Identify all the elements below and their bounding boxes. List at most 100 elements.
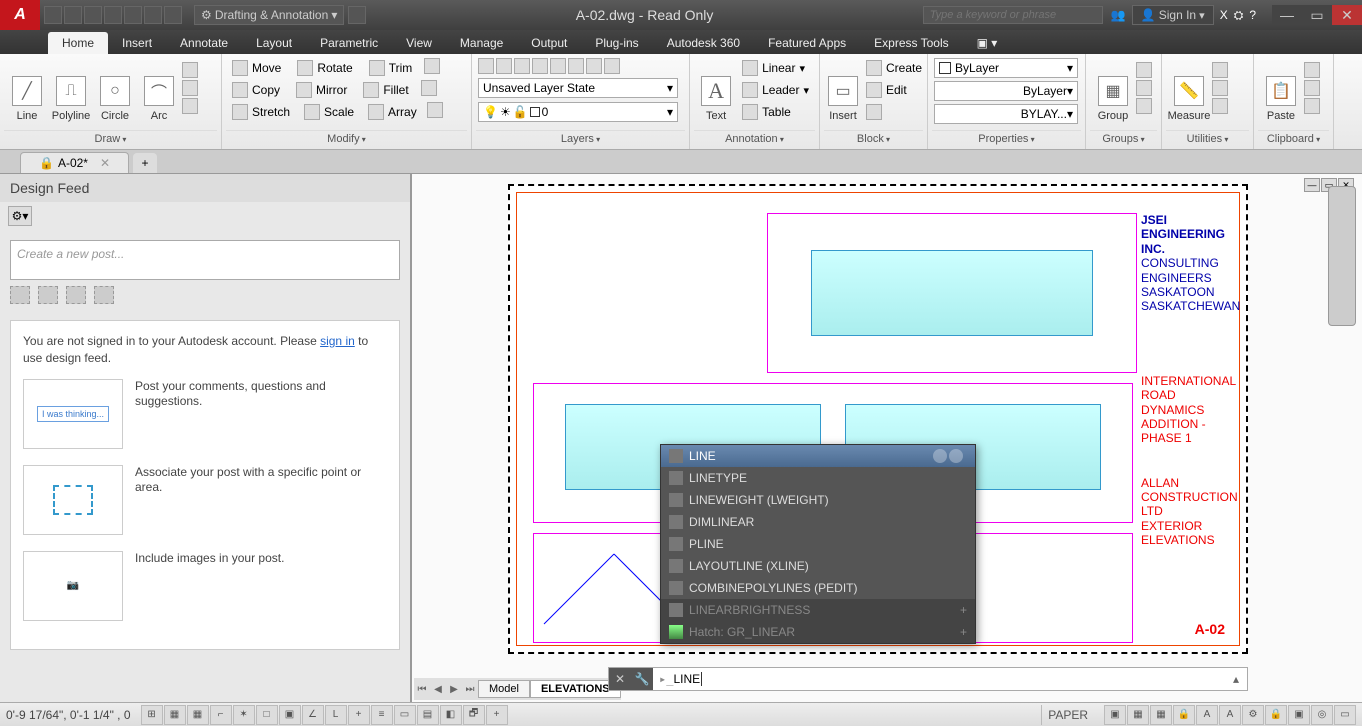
tab-parametric[interactable]: Parametric: [306, 32, 392, 54]
annoauto-toggle[interactable]: A: [1219, 705, 1241, 725]
layer-state-icon[interactable]: [568, 58, 584, 74]
arc-button[interactable]: ⌒Arc: [138, 58, 180, 124]
model-toggle[interactable]: ▣: [1104, 705, 1126, 725]
layer-lock-icon[interactable]: [532, 58, 548, 74]
qat-plot-icon[interactable]: [124, 6, 142, 24]
group-button[interactable]: ▦Group: [1092, 58, 1134, 124]
measure-button[interactable]: 📏Measure: [1168, 58, 1210, 124]
panel-title-draw[interactable]: Draw: [4, 130, 217, 147]
panel-title-clipboard[interactable]: Clipboard: [1258, 130, 1329, 147]
df-people-icon[interactable]: [66, 286, 86, 304]
cmd-suggestion[interactable]: LINE: [661, 445, 975, 467]
am2-toggle[interactable]: +: [486, 705, 508, 725]
globe-icon[interactable]: [949, 449, 963, 463]
cmd-suggestion[interactable]: Hatch: GR_LINEAR+: [661, 621, 975, 643]
stretch-button[interactable]: Stretch: [228, 102, 294, 122]
cmd-suggestion[interactable]: COMBINEPOLYLINES (PEDIT): [661, 577, 975, 599]
mirror-button[interactable]: Mirror: [292, 80, 351, 100]
close-button[interactable]: ✕: [1332, 5, 1362, 25]
cmd-suggestion[interactable]: DIMLINEAR: [661, 511, 975, 533]
qat-save-icon[interactable]: [84, 6, 102, 24]
command-input[interactable]: LINE: [653, 668, 1225, 690]
block-attr-button[interactable]: [862, 102, 926, 122]
trim-button[interactable]: Trim: [365, 58, 417, 78]
panel-title-modify[interactable]: Modify: [226, 130, 467, 147]
erase-icon[interactable]: [424, 58, 440, 74]
tab-output[interactable]: Output: [517, 32, 581, 54]
panel-title-layers[interactable]: Layers: [476, 130, 685, 147]
tpy-toggle[interactable]: ▭: [394, 705, 416, 725]
df-area-icon[interactable]: [10, 286, 30, 304]
group-bb-icon[interactable]: [1136, 98, 1152, 114]
cloud-icon[interactable]: ⛭: [1234, 8, 1244, 23]
lwt-toggle[interactable]: ≡: [371, 705, 393, 725]
layout-nav-prev[interactable]: ◀: [430, 679, 446, 699]
cmdline-expand-button[interactable]: ▴: [1225, 668, 1247, 690]
ungroup-icon[interactable]: [1136, 62, 1152, 78]
new-post-input[interactable]: Create a new post...: [10, 240, 400, 280]
leader-button[interactable]: Leader ▾: [738, 80, 813, 100]
layout-nav-next[interactable]: ▶: [446, 679, 462, 699]
exchange-icon[interactable]: X: [1220, 8, 1228, 22]
cmd-suggestion[interactable]: LAYOUTLINE (XLINE): [661, 555, 975, 577]
select-icon[interactable]: [1212, 62, 1228, 78]
qat-new-icon[interactable]: [44, 6, 62, 24]
qat-undo-icon[interactable]: [144, 6, 162, 24]
color-dropdown[interactable]: ByLayer▾: [934, 58, 1078, 78]
copyclip-icon[interactable]: [1304, 80, 1320, 96]
close-tab-icon[interactable]: ✕: [100, 156, 110, 170]
edit-block-button[interactable]: Edit: [862, 80, 926, 100]
match-icon[interactable]: [1304, 98, 1320, 114]
offset-icon[interactable]: [427, 102, 443, 118]
create-block-button[interactable]: Create: [862, 58, 926, 78]
osnap-toggle[interactable]: □: [256, 705, 278, 725]
layout-nav-first[interactable]: ⏮: [414, 679, 430, 699]
calc-icon[interactable]: [1212, 98, 1228, 114]
tab-home[interactable]: Home: [48, 32, 108, 54]
move-button[interactable]: Move: [228, 58, 285, 78]
panel-title-annotation[interactable]: Annotation: [694, 130, 815, 147]
linetype-dropdown[interactable]: ByLayer▾: [934, 81, 1078, 101]
tab-overflow[interactable]: ▣ ▾: [963, 32, 1012, 54]
minimize-button[interactable]: —: [1272, 5, 1302, 25]
maximize-button[interactable]: ▭: [1302, 5, 1332, 25]
infer-toggle[interactable]: ⊞: [141, 705, 163, 725]
hatch-icon[interactable]: [182, 98, 198, 114]
copy-button[interactable]: Copy: [228, 80, 284, 100]
cmdline-close-button[interactable]: ✕: [609, 668, 631, 690]
insert-button[interactable]: ▭Insert: [826, 58, 860, 124]
spline-icon[interactable]: [182, 80, 198, 96]
qp-toggle[interactable]: ▤: [417, 705, 439, 725]
df-settings-button[interactable]: ⚙▾: [8, 206, 32, 226]
layer-off-icon[interactable]: [496, 58, 512, 74]
lineweight-dropdown[interactable]: BYLAY...▾: [934, 104, 1078, 124]
isolate-toggle[interactable]: ◎: [1311, 705, 1333, 725]
line-button[interactable]: ╱Line: [6, 58, 48, 124]
otrack-toggle[interactable]: ∠: [302, 705, 324, 725]
linear-dim-button[interactable]: Linear ▾: [738, 58, 813, 78]
grid-toggle[interactable]: ▦: [187, 705, 209, 725]
tab-autodesk360[interactable]: Autodesk 360: [653, 32, 754, 54]
cmd-suggestion[interactable]: LINEARBRIGHTNESS+: [661, 599, 975, 621]
tab-layout[interactable]: Layout: [242, 32, 306, 54]
ws-toggle[interactable]: ⚙: [1242, 705, 1264, 725]
signin-link[interactable]: sign in: [320, 334, 355, 348]
tab-view[interactable]: View: [392, 32, 446, 54]
workspace-dropdown[interactable]: ⚙ Drafting & Annotation ▾: [194, 5, 344, 25]
layout-tab-model[interactable]: Model: [478, 680, 530, 698]
polyline-button[interactable]: ⎍Polyline: [50, 58, 92, 124]
cleanscreen-toggle[interactable]: ▭: [1334, 705, 1356, 725]
layer-color-icon[interactable]: [550, 58, 566, 74]
app-logo[interactable]: A: [0, 0, 40, 30]
dyn-toggle[interactable]: +: [348, 705, 370, 725]
layer-freeze-icon[interactable]: [514, 58, 530, 74]
cmdline-options-button[interactable]: 🔧: [631, 668, 653, 690]
am-toggle[interactable]: 🗗: [463, 705, 485, 725]
circle-button[interactable]: ○Circle: [94, 58, 136, 124]
table-button[interactable]: Table: [738, 102, 813, 122]
text-button[interactable]: AText: [696, 58, 736, 124]
tab-plugins[interactable]: Plug-ins: [581, 32, 652, 54]
tab-featured[interactable]: Featured Apps: [754, 32, 860, 54]
layer-state-dropdown[interactable]: Unsaved Layer State▾: [478, 78, 678, 98]
cmd-suggestion[interactable]: PLINE: [661, 533, 975, 555]
